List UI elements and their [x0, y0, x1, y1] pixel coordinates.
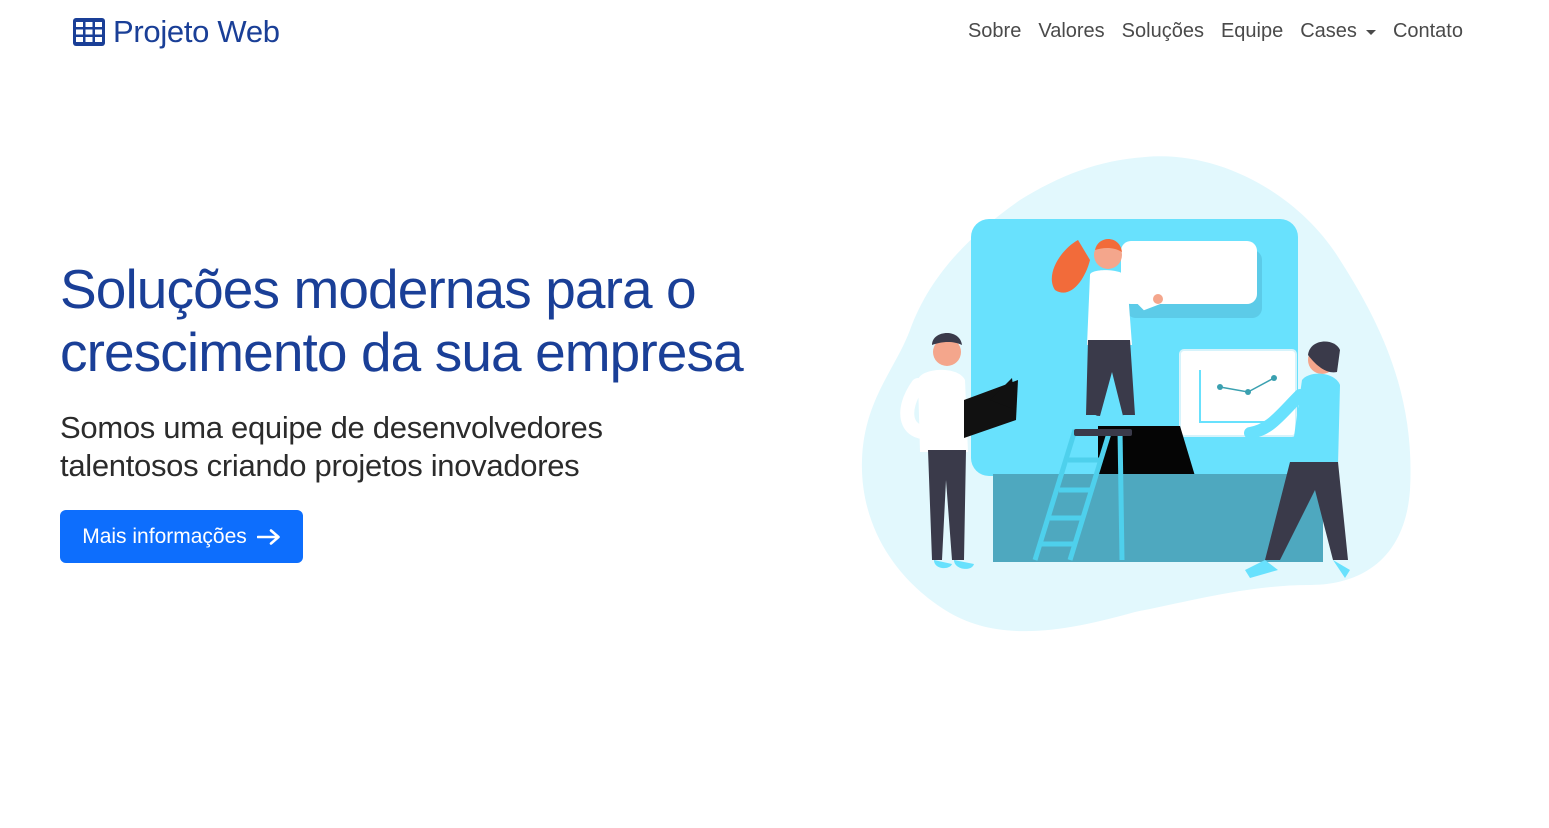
hero-subtitle: Somos uma equipe de desenvolvedores tale… [60, 410, 603, 483]
more-info-label: Mais informações [82, 524, 247, 548]
nav-dropdown-cases-label: Cases [1300, 20, 1357, 42]
top-card [1121, 241, 1257, 304]
arrow-right-icon [256, 528, 280, 545]
ladder-top [1074, 429, 1132, 436]
nav-link-valores[interactable]: Valores [1038, 18, 1104, 44]
nav-link-sobre[interactable]: Sobre [968, 18, 1021, 44]
brand-link[interactable]: Projeto Web [73, 14, 280, 50]
nav-link-solucoes[interactable]: Soluções [1122, 18, 1204, 44]
nav-link-contato[interactable]: Contato [1393, 18, 1463, 44]
nav-dropdown-cases[interactable]: Cases [1300, 18, 1376, 44]
more-info-button[interactable]: Mais informações [60, 510, 303, 563]
hero-title: Soluções modernas para o crescimento da … [60, 258, 744, 383]
caret-down-icon [1365, 29, 1376, 35]
team-presentation-illustration [861, 156, 1411, 632]
main-nav: Sobre Valores Soluções Equipe Cases Cont… [951, 18, 1463, 44]
grid-table-icon [73, 18, 105, 46]
brand-name: Projeto Web [113, 14, 280, 49]
nav-link-equipe[interactable]: Equipe [1221, 18, 1283, 44]
navbar: Projeto Web Sobre Valores Soluções Equip… [0, 0, 1549, 64]
